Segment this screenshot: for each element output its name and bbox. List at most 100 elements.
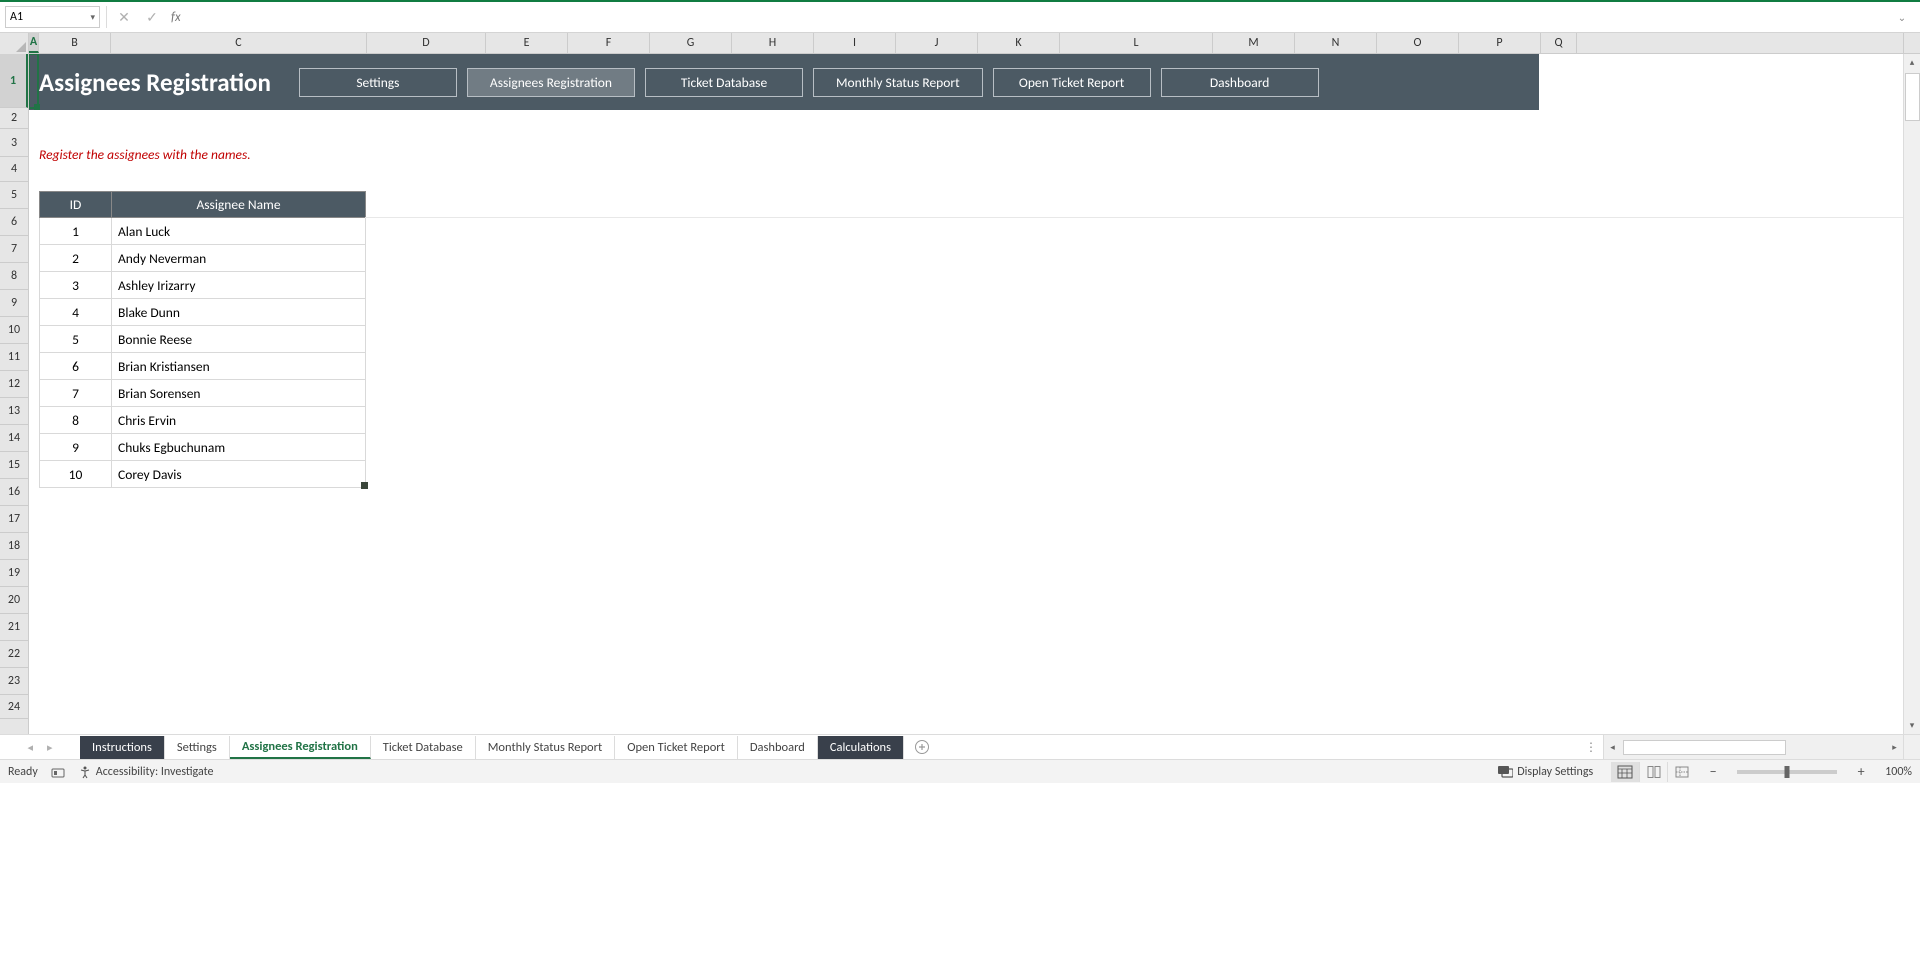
row-header-1[interactable]: 1	[0, 54, 28, 108]
row-header-19[interactable]: 19	[0, 560, 28, 587]
view-page-layout-button[interactable]	[1639, 762, 1667, 782]
scroll-down-icon[interactable]: ▾	[1904, 717, 1920, 734]
row-header-18[interactable]: 18	[0, 533, 28, 560]
cell-id[interactable]: 5	[40, 326, 112, 353]
col-header-G[interactable]: G	[650, 33, 732, 53]
accessibility-status[interactable]: Accessibility: Investigate	[78, 765, 214, 779]
cell-name[interactable]: Brian Kristiansen	[112, 353, 366, 380]
col-header-E[interactable]: E	[486, 33, 568, 53]
table-resize-handle[interactable]	[361, 482, 368, 489]
select-all-corner[interactable]	[0, 33, 29, 54]
nav-button-assignees-registration[interactable]: Assignees Registration	[467, 68, 635, 97]
row-header-6[interactable]: 6	[0, 209, 28, 236]
scroll-right-icon[interactable]: ▸	[1886, 739, 1903, 756]
col-header-F[interactable]: F	[568, 33, 650, 53]
table-row[interactable]: 9Chuks Egbuchunam	[40, 434, 366, 461]
col-header-P[interactable]: P	[1459, 33, 1541, 53]
table-row[interactable]: 6Brian Kristiansen	[40, 353, 366, 380]
col-header-name[interactable]: Assignee Name	[112, 192, 366, 218]
col-header-O[interactable]: O	[1377, 33, 1459, 53]
nav-button-monthly-status-report[interactable]: Monthly Status Report	[813, 68, 983, 97]
row-header-3[interactable]: 3	[0, 129, 28, 157]
horizontal-scrollbar[interactable]: ◂ ▸	[1603, 735, 1903, 759]
cell-name[interactable]: Andy Neverman	[112, 245, 366, 272]
table-row[interactable]: 5Bonnie Reese	[40, 326, 366, 353]
display-settings-button[interactable]: Display Settings	[1497, 765, 1593, 779]
row-header-15[interactable]: 15	[0, 452, 28, 479]
col-header-N[interactable]: N	[1295, 33, 1377, 53]
col-header-A[interactable]: A	[29, 33, 39, 53]
row-header-10[interactable]: 10	[0, 317, 28, 344]
name-box-dropdown-icon[interactable]: ▾	[90, 12, 95, 23]
cell-name[interactable]: Blake Dunn	[112, 299, 366, 326]
nav-button-settings[interactable]: Settings	[299, 68, 457, 97]
cell-id[interactable]: 8	[40, 407, 112, 434]
tab-nav-next-icon[interactable]: ▸	[47, 741, 53, 754]
table-row[interactable]: 2Andy Neverman	[40, 245, 366, 272]
nav-button-ticket-database[interactable]: Ticket Database	[645, 68, 803, 97]
row-header-2[interactable]: 2	[0, 108, 28, 129]
col-header-id[interactable]: ID	[40, 192, 112, 218]
cell-id[interactable]: 6	[40, 353, 112, 380]
cell-name[interactable]: Alan Luck	[112, 218, 366, 245]
row-header-22[interactable]: 22	[0, 641, 28, 668]
add-sheet-button[interactable]	[904, 735, 940, 759]
cell-id[interactable]: 9	[40, 434, 112, 461]
col-header-D[interactable]: D	[367, 33, 486, 53]
row-header-23[interactable]: 23	[0, 668, 28, 695]
hscroll-thumb[interactable]	[1623, 740, 1786, 755]
nav-button-dashboard[interactable]: Dashboard	[1161, 68, 1319, 97]
cell-name[interactable]: Bonnie Reese	[112, 326, 366, 353]
sheet-tab-instructions[interactable]: Instructions	[80, 736, 165, 759]
cell-id[interactable]: 7	[40, 380, 112, 407]
zoom-in-button[interactable]: +	[1853, 763, 1869, 780]
cell-id[interactable]: 10	[40, 461, 112, 488]
cell-name[interactable]: Ashley Irizarry	[112, 272, 366, 299]
col-header-L[interactable]: L	[1060, 33, 1213, 53]
sheet-tab-open-ticket-report[interactable]: Open Ticket Report	[615, 736, 738, 759]
vscroll-thumb[interactable]	[1905, 73, 1920, 121]
sheet-tab-assignees-registration[interactable]: Assignees Registration	[230, 736, 371, 759]
table-row[interactable]: 3Ashley Irizarry	[40, 272, 366, 299]
confirm-formula-button[interactable]: ✓	[141, 6, 163, 28]
row-header-17[interactable]: 17	[0, 506, 28, 533]
table-row[interactable]: 4Blake Dunn	[40, 299, 366, 326]
zoom-slider[interactable]	[1737, 770, 1837, 774]
cell-name[interactable]: Chuks Egbuchunam	[112, 434, 366, 461]
row-header-9[interactable]: 9	[0, 290, 28, 317]
vertical-scrollbar[interactable]: ▴ ▾	[1903, 54, 1920, 734]
col-header-B[interactable]: B	[39, 33, 111, 53]
sheet-tab-monthly-status-report[interactable]: Monthly Status Report	[476, 736, 615, 759]
sheet-tab-dashboard[interactable]: Dashboard	[738, 736, 818, 759]
cell-id[interactable]: 1	[40, 218, 112, 245]
cell-name[interactable]: Chris Ervin	[112, 407, 366, 434]
row-header-13[interactable]: 13	[0, 398, 28, 425]
sheet-tab-ticket-database[interactable]: Ticket Database	[371, 736, 476, 759]
view-normal-button[interactable]	[1611, 762, 1639, 782]
col-header-K[interactable]: K	[978, 33, 1060, 53]
nav-button-open-ticket-report[interactable]: Open Ticket Report	[993, 68, 1151, 97]
cell-name[interactable]: Corey Davis	[112, 461, 366, 488]
row-header-24[interactable]: 24	[0, 695, 28, 719]
formula-bar-expand-icon[interactable]: ⌄	[1893, 8, 1911, 26]
col-header-I[interactable]: I	[814, 33, 896, 53]
scroll-left-icon[interactable]: ◂	[1604, 739, 1621, 756]
row-header-7[interactable]: 7	[0, 236, 28, 263]
table-row[interactable]: 10Corey Davis	[40, 461, 366, 488]
cells-canvas[interactable]: Assignees Registration SettingsAssignees…	[29, 54, 1903, 734]
cell-id[interactable]: 3	[40, 272, 112, 299]
table-row[interactable]: 7Brian Sorensen	[40, 380, 366, 407]
row-header-21[interactable]: 21	[0, 614, 28, 641]
view-page-break-button[interactable]	[1667, 762, 1695, 782]
sheet-tab-settings[interactable]: Settings	[165, 736, 230, 759]
col-header-M[interactable]: M	[1213, 33, 1295, 53]
row-header-14[interactable]: 14	[0, 425, 28, 452]
formula-input[interactable]	[187, 6, 1887, 28]
name-box[interactable]: A1 ▾	[5, 6, 100, 28]
row-header-20[interactable]: 20	[0, 587, 28, 614]
table-row[interactable]: 1Alan Luck	[40, 218, 366, 245]
col-header-Q[interactable]: Q	[1541, 33, 1577, 53]
row-header-8[interactable]: 8	[0, 263, 28, 290]
cell-id[interactable]: 4	[40, 299, 112, 326]
cell-id[interactable]: 2	[40, 245, 112, 272]
